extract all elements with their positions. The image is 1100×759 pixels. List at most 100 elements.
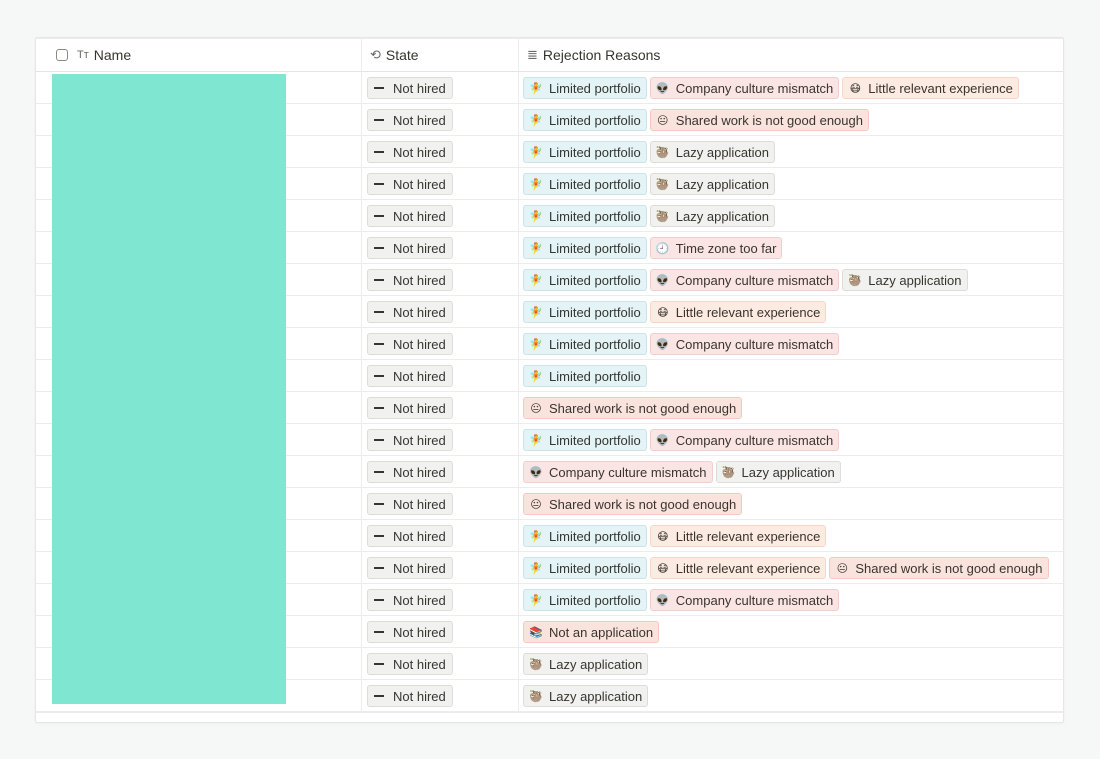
reason-tag[interactable]: 👽 Company culture mismatch xyxy=(649,429,840,451)
reason-tag[interactable]: 👽 Company culture mismatch xyxy=(649,589,840,611)
state-badge[interactable]: Not hired xyxy=(367,173,453,195)
rejection-reasons-cell[interactable]: 👽 Company culture mismatch 🦥 Lazy applicati… xyxy=(523,461,841,483)
state-badge[interactable]: Not hired xyxy=(367,653,453,675)
reason-tag[interactable]: 🧚 Limited portfolio xyxy=(523,109,647,131)
reason-tag[interactable]: 🧚 Limited portfolio xyxy=(523,333,647,355)
reason-tag[interactable]: 👽 Company culture mismatch xyxy=(649,333,840,355)
rejection-reasons-cell[interactable]: 📚 Not an application xyxy=(523,621,660,643)
tag-emoji-icon: 👽 xyxy=(529,466,543,479)
state-badge[interactable]: Not hired xyxy=(367,333,453,355)
reason-tag[interactable]: 👽 Company culture mismatch xyxy=(649,77,840,99)
reason-tag[interactable]: 😷 Little relevant experience xyxy=(649,525,827,547)
status-property-icon: ⟲ xyxy=(370,47,381,62)
reason-tag[interactable]: 🧚 Limited portfolio xyxy=(523,205,647,227)
reason-tag[interactable]: 🧚 Limited portfolio xyxy=(523,141,647,163)
reason-tag[interactable]: 😷 Little relevant experience xyxy=(842,77,1019,99)
reason-tag[interactable]: 😐 Shared work is not good enough xyxy=(829,557,1049,579)
state-badge[interactable]: Not hired xyxy=(367,429,453,451)
reason-tag[interactable]: 👽 Company culture mismatch xyxy=(523,461,713,483)
state-badge[interactable]: Not hired xyxy=(367,397,453,419)
state-badge[interactable]: Not hired xyxy=(367,141,453,163)
tag-emoji-icon: 🧚 xyxy=(529,82,543,95)
rejection-reasons-cell[interactable]: 🧚 Limited portfolio 👽 Company culture misma… xyxy=(523,333,840,355)
state-badge[interactable]: Not hired xyxy=(367,493,453,515)
state-badge[interactable]: Not hired xyxy=(367,685,453,707)
rejection-reasons-cell[interactable]: 😐 Shared work is not good enough xyxy=(523,397,743,419)
reason-label: Lazy application xyxy=(868,272,962,288)
reason-tag[interactable]: 🦥 Lazy application xyxy=(842,269,968,291)
rejection-reasons-cell[interactable]: 🧚 Limited portfolio xyxy=(523,365,647,387)
tag-emoji-icon: 😐 xyxy=(836,562,849,575)
state-badge[interactable]: Not hired xyxy=(367,557,453,579)
dash-icon xyxy=(374,343,384,345)
reason-label: Company culture mismatch xyxy=(549,464,707,480)
dash-icon xyxy=(374,567,384,569)
name-column-header[interactable]: Tт Name xyxy=(56,39,131,71)
rejection-reasons-cell[interactable]: 🧚 Limited portfolio 🦥 Lazy application xyxy=(523,141,776,163)
reason-tag[interactable]: 🧚 Limited portfolio xyxy=(523,589,647,611)
reason-tag[interactable]: 🧚 Limited portfolio xyxy=(523,77,647,99)
tag-emoji-icon: 🦥 xyxy=(655,178,670,191)
reason-tag[interactable]: 🧚 Limited portfolio xyxy=(523,557,647,579)
rejection-reasons-cell[interactable]: 🧚 Limited portfolio 🦥 Lazy application xyxy=(523,173,776,195)
reason-label: Limited portfolio xyxy=(549,560,641,576)
reason-tag[interactable]: 🧚 Limited portfolio xyxy=(523,269,647,291)
rejection-reasons-cell[interactable]: 🦥 Lazy application xyxy=(523,685,649,707)
reason-label: Lazy application xyxy=(741,464,835,480)
reason-tag[interactable]: 😷 Little relevant experience xyxy=(649,557,827,579)
reason-tag[interactable]: 🧚 Limited portfolio xyxy=(523,237,647,259)
reason-tag[interactable]: 📚 Not an application xyxy=(523,621,660,643)
reasons-column-header[interactable]: ≣ Rejection Reasons xyxy=(527,39,660,71)
rejection-reasons-cell[interactable]: 🧚 Limited portfolio 👽 Company culture misma… xyxy=(523,77,1019,99)
reason-tag[interactable]: 🧚 Limited portfolio xyxy=(523,365,647,387)
reason-tag[interactable]: 😐 Shared work is not good enough xyxy=(523,397,743,419)
tag-emoji-icon: 📚 xyxy=(529,626,543,639)
reason-tag[interactable]: 🦥 Lazy application xyxy=(523,685,649,707)
reason-label: Lazy application xyxy=(549,688,643,704)
rejection-reasons-cell[interactable]: 🧚 Limited portfolio 😐 Shared work is not go… xyxy=(523,109,869,131)
reason-tag[interactable]: 👽 Company culture mismatch xyxy=(649,269,840,291)
reason-tag[interactable]: 😷 Little relevant experience xyxy=(649,301,827,323)
rejection-reasons-cell[interactable]: 🧚 Limited portfolio 👽 Company culture misma… xyxy=(523,429,840,451)
state-badge[interactable]: Not hired xyxy=(367,589,453,611)
rejection-reasons-cell[interactable]: 🧚 Limited portfolio 😷 Little relevant exper… xyxy=(523,301,827,323)
state-badge[interactable]: Not hired xyxy=(367,525,453,547)
rejection-reasons-cell[interactable]: 🧚 Limited portfolio 👽 Company culture misma… xyxy=(523,589,840,611)
tag-emoji-icon: 👽 xyxy=(655,274,670,287)
reason-tag[interactable]: 🦥 Lazy application xyxy=(649,173,776,195)
reason-tag[interactable]: 🦥 Lazy application xyxy=(649,205,776,227)
state-badge[interactable]: Not hired xyxy=(367,621,453,643)
rejection-reasons-cell[interactable]: 🧚 Limited portfolio 😷 Little relevant exper… xyxy=(523,557,1049,579)
state-label: Not hired xyxy=(393,368,446,384)
reason-tag[interactable]: 🧚 Limited portfolio xyxy=(523,429,647,451)
rejection-reasons-cell[interactable]: 🧚 Limited portfolio 👽 Company culture misma… xyxy=(523,269,968,291)
state-column-header[interactable]: ⟲ State xyxy=(370,39,419,71)
reason-label: Limited portfolio xyxy=(549,432,641,448)
reason-tag[interactable]: 🧚 Limited portfolio xyxy=(523,173,647,195)
reason-tag[interactable]: 😐 Shared work is not good enough xyxy=(523,493,743,515)
reason-tag[interactable]: 🧚 Limited portfolio xyxy=(523,525,647,547)
state-badge[interactable]: Not hired xyxy=(367,109,453,131)
name-column-label: Name xyxy=(93,47,132,63)
rejection-reasons-cell[interactable]: 🧚 Limited portfolio 🕘 Time zone too far xyxy=(523,237,783,259)
state-badge[interactable]: Not hired xyxy=(367,461,453,483)
reason-tag[interactable]: 🦥 Lazy application xyxy=(715,461,841,483)
state-badge[interactable]: Not hired xyxy=(367,77,453,99)
reason-tag[interactable]: 🕘 Time zone too far xyxy=(649,237,783,259)
rejection-reasons-cell[interactable]: 🦥 Lazy application xyxy=(523,653,649,675)
state-badge[interactable]: Not hired xyxy=(367,365,453,387)
rejection-reasons-cell[interactable]: 😐 Shared work is not good enough xyxy=(523,493,743,515)
select-all-checkbox[interactable] xyxy=(56,49,68,61)
rejection-reasons-cell[interactable]: 🧚 Limited portfolio 😷 Little relevant exper… xyxy=(523,525,827,547)
rejection-reasons-cell[interactable]: 🧚 Limited portfolio 🦥 Lazy application xyxy=(523,205,776,227)
dash-icon xyxy=(374,183,384,185)
reason-tag[interactable]: 🦥 Lazy application xyxy=(523,653,649,675)
reason-tag[interactable]: 🧚 Limited portfolio xyxy=(523,301,647,323)
reason-tag[interactable]: 🦥 Lazy application xyxy=(649,141,776,163)
state-badge[interactable]: Not hired xyxy=(367,301,453,323)
state-badge[interactable]: Not hired xyxy=(367,269,453,291)
reason-label: Lazy application xyxy=(675,208,770,224)
state-badge[interactable]: Not hired xyxy=(367,237,453,259)
state-badge[interactable]: Not hired xyxy=(367,205,453,227)
reason-tag[interactable]: 😐 Shared work is not good enough xyxy=(649,109,869,131)
